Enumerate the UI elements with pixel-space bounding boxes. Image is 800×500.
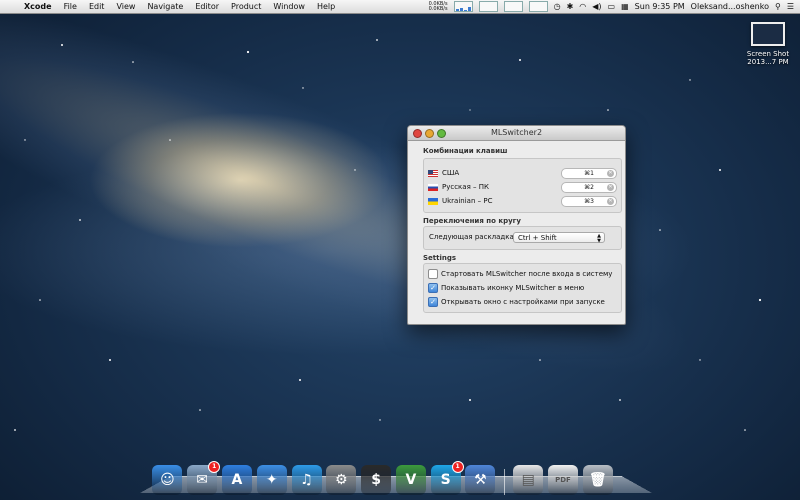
net-down-rate: 0.0KB/s bbox=[428, 5, 448, 12]
app-store-icon[interactable]: A bbox=[221, 465, 252, 495]
language-name: Русская – ПК bbox=[442, 183, 489, 191]
shortcut-field[interactable]: ⌘1 ✕ bbox=[561, 167, 617, 179]
menu-navigate[interactable]: Navigate bbox=[141, 2, 189, 11]
xcode-icon[interactable]: ⚒ bbox=[465, 465, 496, 495]
menu-app-name[interactable]: Xcode bbox=[18, 2, 58, 11]
pdf-icon[interactable]: PDF bbox=[547, 465, 578, 495]
cycle-group: Следующая раскладка Ctrl + Shift ▲ ▼ bbox=[423, 226, 622, 250]
menu-editor[interactable]: Editor bbox=[189, 2, 225, 11]
menu-window[interactable]: Window bbox=[267, 2, 311, 11]
notification-center-icon[interactable]: ☰ bbox=[787, 2, 794, 11]
shortcut-value: ⌘3 bbox=[584, 197, 594, 205]
notification-badge: 1 bbox=[208, 461, 221, 473]
clear-shortcut-icon[interactable]: ✕ bbox=[607, 183, 614, 191]
menu-user-name[interactable]: Oleksand...oshenko bbox=[691, 2, 769, 11]
desktop-file-name-line2: 2013...7 PM bbox=[747, 58, 789, 66]
language-name: США bbox=[442, 169, 460, 177]
input-source-flag-icon[interactable]: ▦ bbox=[621, 2, 629, 11]
desktop-screenshot-file[interactable]: Screen Shot 2013...7 PM bbox=[740, 22, 796, 66]
itunes-icon[interactable]: ♫ bbox=[291, 465, 322, 495]
next-layout-value: Ctrl + Shift bbox=[518, 234, 557, 242]
cycle-section-label: Переключения по кругу bbox=[423, 217, 521, 225]
us-flag-icon bbox=[428, 169, 438, 177]
status-area: 0.0KB/s 0.0KB/s ◷ ✱ ◠ ◀) ▭ ▦ Sun 9:35 PM… bbox=[429, 0, 794, 13]
launch-at-login-checkbox[interactable] bbox=[428, 269, 438, 279]
spotlight-icon[interactable]: ⚲ bbox=[775, 2, 781, 11]
menu-file[interactable]: File bbox=[58, 2, 83, 11]
language-name: Ukrainian – PC bbox=[442, 197, 493, 205]
option-row[interactable]: ✓ Показывать иконку MLSwitcher в меню bbox=[428, 282, 584, 294]
network-monitor[interactable]: 0.0KB/s 0.0KB/s bbox=[428, 1, 448, 12]
shortcut-field[interactable]: ⌘2 ✕ bbox=[561, 181, 617, 193]
close-button[interactable] bbox=[413, 129, 422, 138]
clear-shortcut-icon[interactable]: ✕ bbox=[607, 169, 614, 177]
battery-icon[interactable]: ▭ bbox=[608, 2, 616, 11]
option-label: Открывать окно с настройками при запуске bbox=[441, 298, 605, 306]
wifi-icon[interactable]: ◠ bbox=[579, 2, 586, 11]
window-titlebar[interactable]: MLSwitcher2 bbox=[408, 126, 625, 141]
shortcuts-group: США ⌘1 ✕ Русская – ПК ⌘2 ✕ Ukrainian – P… bbox=[423, 158, 622, 213]
dock: ☺ ✉ 1 A ✦ ♫ ⚙ $ V S 1 ⚒ ▤ PDF 🗑 bbox=[150, 455, 650, 495]
settings-group: Стартовать MLSwitcher после входа в сист… bbox=[423, 263, 622, 313]
network-meter[interactable] bbox=[528, 1, 548, 12]
menu-view[interactable]: View bbox=[110, 2, 141, 11]
memory-meter[interactable] bbox=[478, 1, 498, 12]
desktop-file-name-line1: Screen Shot bbox=[746, 50, 790, 58]
shortcut-field[interactable]: ⌘3 ✕ bbox=[561, 195, 617, 207]
dropdown-arrows-icon: ▲ ▼ bbox=[597, 233, 601, 244]
shortcut-value: ⌘1 bbox=[584, 169, 594, 177]
dock-separator bbox=[503, 469, 505, 495]
option-label: Показывать иконку MLSwitcher в меню bbox=[441, 284, 585, 292]
system-preferences-icon[interactable]: ⚙ bbox=[326, 465, 357, 495]
vim-icon[interactable]: V bbox=[395, 465, 426, 495]
menu-bar: Xcode File Edit View Navigate Editor Pro… bbox=[0, 0, 800, 14]
mlswitcher-window: MLSwitcher2 Комбинации клавиш США ⌘1 ✕ Р… bbox=[407, 125, 626, 325]
minimize-button[interactable] bbox=[425, 129, 434, 138]
shortcuts-section-label: Комбинации клавиш bbox=[423, 147, 508, 155]
document-icon[interactable]: ▤ bbox=[513, 465, 544, 495]
ua-flag-icon bbox=[428, 197, 438, 205]
mail-stamp-icon[interactable]: ✉ 1 bbox=[187, 461, 221, 495]
option-row[interactable]: ✓ Открывать окно с настройками при запус… bbox=[428, 296, 605, 308]
language-row: Ukrainian – PC ⌘3 ✕ bbox=[428, 195, 617, 207]
settings-section-label: Settings bbox=[423, 254, 457, 262]
terminal-icon[interactable]: $ bbox=[361, 465, 392, 495]
menu-product[interactable]: Product bbox=[225, 2, 267, 11]
clear-shortcut-icon[interactable]: ✕ bbox=[607, 197, 614, 205]
language-row: Русская – ПК ⌘2 ✕ bbox=[428, 181, 617, 193]
show-menu-icon-checkbox[interactable]: ✓ bbox=[428, 283, 438, 293]
language-row: США ⌘1 ✕ bbox=[428, 167, 617, 179]
menu-clock[interactable]: Sun 9:35 PM bbox=[635, 2, 685, 11]
safari-icon[interactable]: ✦ bbox=[256, 465, 287, 495]
skype-icon[interactable]: S1 bbox=[430, 461, 464, 495]
cpu-meter[interactable] bbox=[453, 1, 473, 12]
zoom-button[interactable] bbox=[437, 129, 446, 138]
menu-edit[interactable]: Edit bbox=[83, 2, 111, 11]
next-layout-dropdown[interactable]: Ctrl + Shift ▲ ▼ bbox=[513, 232, 605, 244]
finder-icon[interactable]: ☺ bbox=[152, 465, 183, 495]
shortcut-value: ⌘2 bbox=[584, 183, 594, 191]
notification-badge: 1 bbox=[451, 461, 464, 473]
time-machine-icon[interactable]: ◷ bbox=[554, 2, 561, 11]
ru-flag-icon bbox=[428, 183, 438, 191]
option-label: Стартовать MLSwitcher после входа в сист… bbox=[441, 270, 613, 278]
open-settings-on-launch-checkbox[interactable]: ✓ bbox=[428, 297, 438, 307]
option-row[interactable]: Стартовать MLSwitcher после входа в сист… bbox=[428, 268, 612, 280]
volume-icon[interactable]: ◀) bbox=[592, 2, 601, 11]
next-layout-label: Следующая раскладка bbox=[429, 233, 514, 241]
screenshot-thumbnail-icon bbox=[751, 22, 785, 46]
star-field bbox=[14, 39, 762, 431]
bluetooth-icon[interactable]: ✱ bbox=[567, 2, 574, 11]
disk-meter[interactable] bbox=[503, 1, 523, 12]
trash-icon[interactable]: 🗑 bbox=[582, 465, 613, 495]
menu-help[interactable]: Help bbox=[311, 2, 341, 11]
